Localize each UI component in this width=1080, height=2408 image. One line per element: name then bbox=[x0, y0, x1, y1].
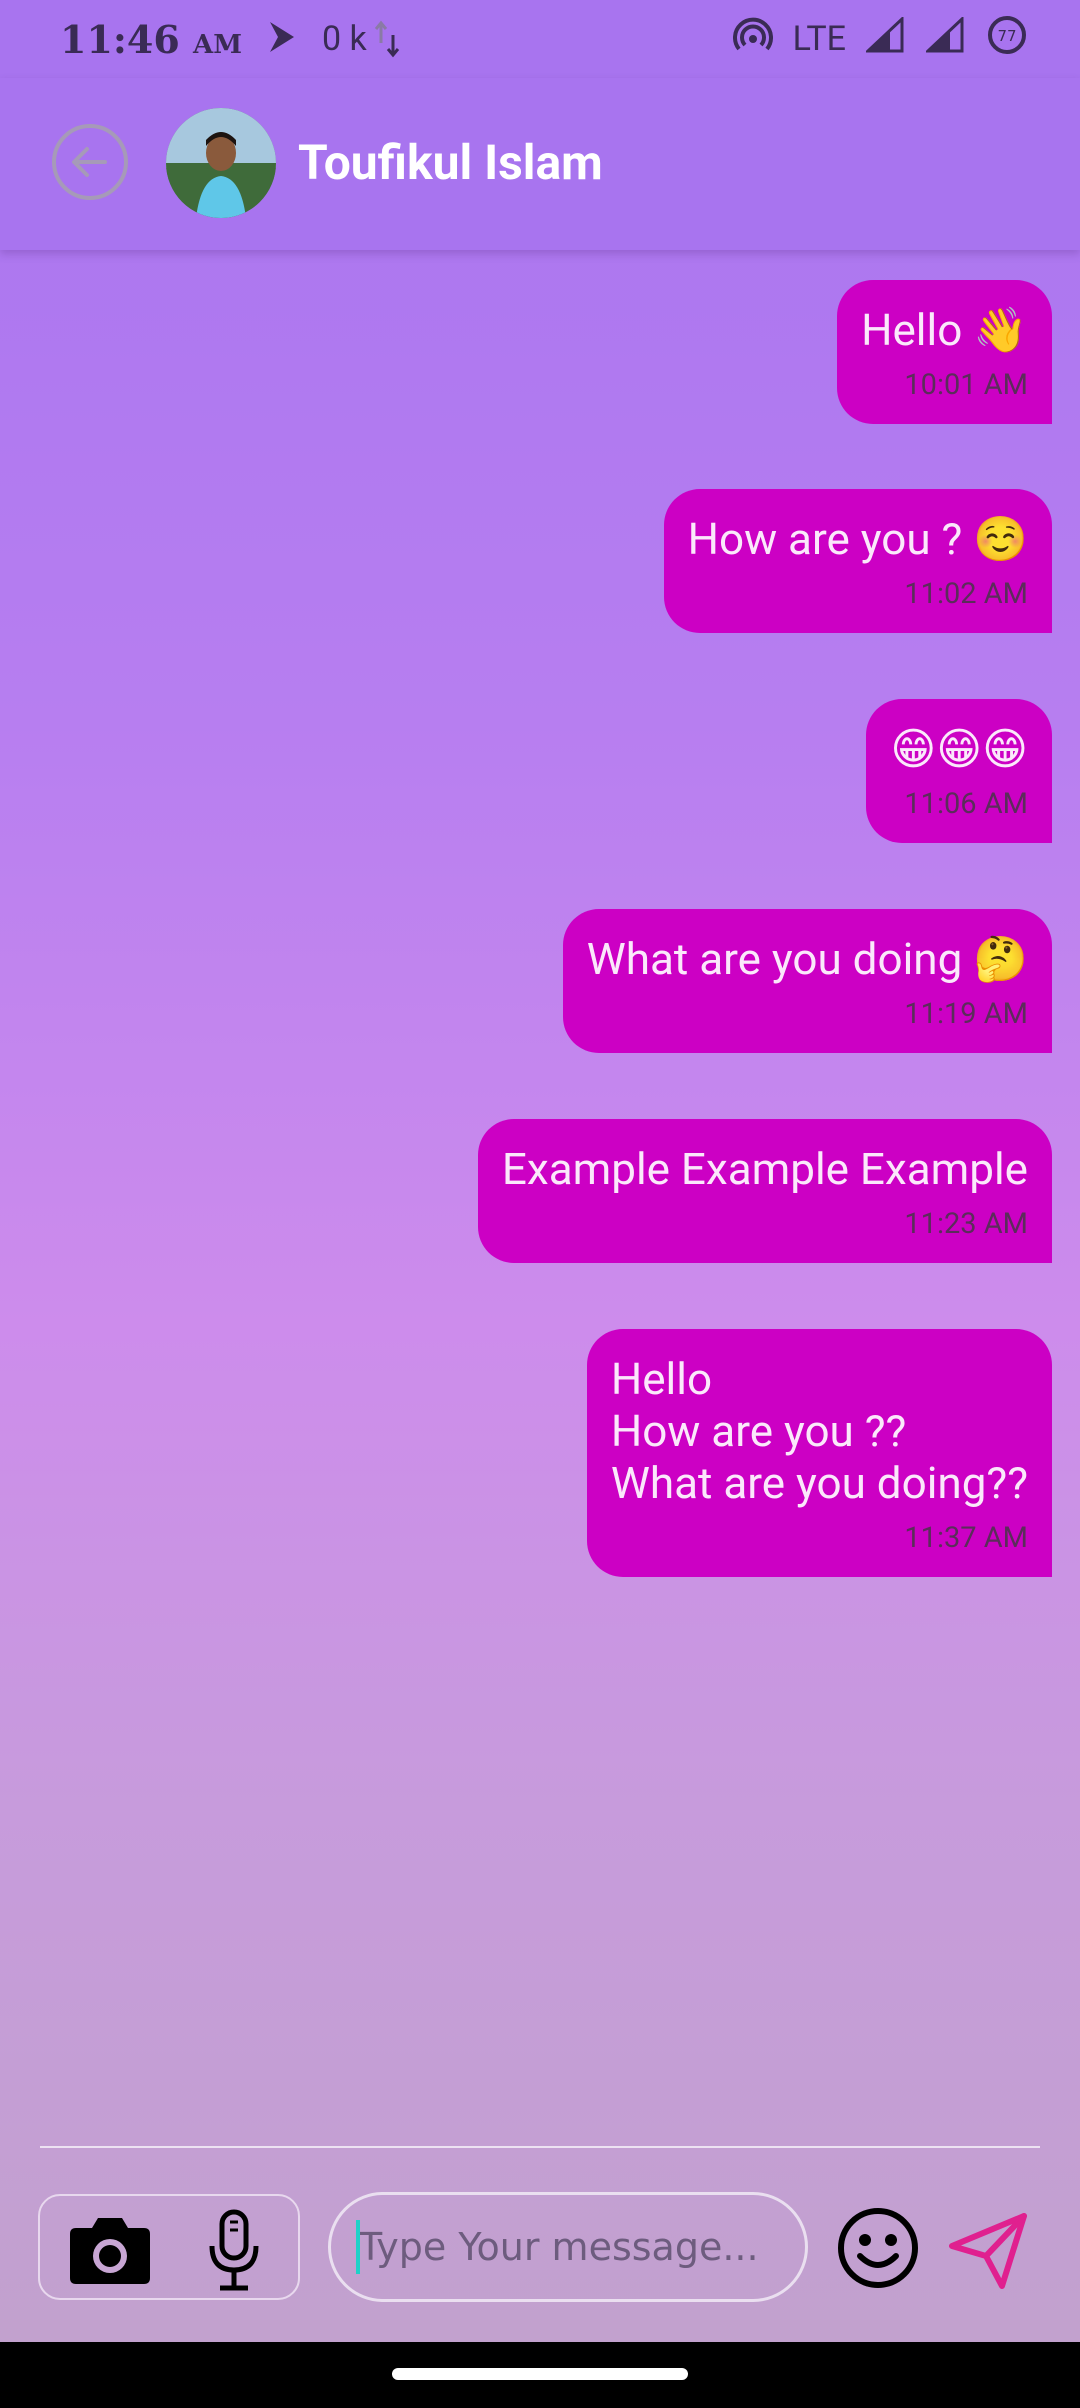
message-time: 11:19 AM bbox=[904, 997, 1028, 1031]
status-left: 11:46 AM 0 k bbox=[60, 17, 401, 62]
status-time-value: 11:46 bbox=[60, 16, 180, 62]
camera-button[interactable] bbox=[68, 2212, 152, 2286]
message-time: 11:06 AM bbox=[904, 787, 1028, 821]
battery-icon: 77 bbox=[986, 14, 1028, 65]
signal-icon bbox=[864, 15, 906, 62]
svg-text:77: 77 bbox=[997, 27, 1016, 45]
message-bubble[interactable]: How are you ? ☺️ 11:02 AM bbox=[663, 489, 1052, 633]
message-time: 11:37 AM bbox=[904, 1521, 1028, 1555]
status-right: LTE 77 bbox=[732, 14, 1028, 65]
status-time: 11:46 AM bbox=[60, 17, 242, 62]
status-ampm: AM bbox=[193, 29, 242, 60]
message-text: How are you ? ☺️ bbox=[687, 513, 1028, 565]
microphone-icon bbox=[209, 2209, 259, 2291]
arrow-left-icon bbox=[72, 147, 107, 177]
message-bubble[interactable]: Example Example Example 11:23 AM bbox=[477, 1119, 1052, 1263]
text-cursor bbox=[356, 2220, 360, 2274]
avatar-photo bbox=[166, 108, 276, 218]
smiley-icon bbox=[838, 2208, 918, 2288]
back-button[interactable] bbox=[52, 124, 128, 200]
message-input[interactable] bbox=[328, 2192, 808, 2302]
data-transfer-icon bbox=[374, 20, 399, 58]
send-icon bbox=[949, 2213, 1027, 2289]
system-nav-bar bbox=[0, 2342, 1080, 2408]
message-text: Hello 👋 bbox=[861, 304, 1028, 356]
net-speed-value: 0 k bbox=[321, 19, 367, 59]
message-bubble[interactable]: Hello 👋 10:01 AM bbox=[837, 280, 1052, 424]
network-type: LTE bbox=[792, 19, 846, 59]
emoji-button[interactable] bbox=[836, 2206, 920, 2290]
hotspot-icon bbox=[732, 15, 773, 64]
mic-button[interactable] bbox=[204, 2208, 264, 2292]
home-handle[interactable] bbox=[392, 2368, 688, 2380]
message-text: What are you doing 🤔 bbox=[586, 933, 1028, 985]
play-store-icon bbox=[268, 20, 296, 58]
message-bubble[interactable]: What are you doing 🤔 11:19 AM bbox=[562, 909, 1052, 1053]
message-bubble[interactable]: Hello How are you ?? What are you doing?… bbox=[586, 1329, 1052, 1577]
message-time: 11:23 AM bbox=[904, 1207, 1028, 1241]
chat-header: Toufikul Islam bbox=[0, 78, 1080, 250]
contact-avatar[interactable] bbox=[166, 108, 276, 218]
media-actions bbox=[38, 2194, 300, 2300]
camera-icon bbox=[70, 2218, 150, 2284]
status-bar: 11:46 AM 0 k LTE 77 bbox=[0, 0, 1080, 78]
message-time: 10:01 AM bbox=[904, 368, 1028, 402]
message-text: Hello How are you ?? What are you doing?… bbox=[610, 1353, 1028, 1509]
send-button[interactable] bbox=[948, 2210, 1030, 2292]
message-text: Example Example Example bbox=[501, 1143, 1028, 1195]
signal-icon-2 bbox=[924, 15, 966, 62]
message-bubble[interactable]: 😁😁😁 11:06 AM bbox=[866, 699, 1052, 843]
contact-name[interactable]: Toufikul Islam bbox=[298, 134, 603, 191]
message-text: 😁😁😁 bbox=[890, 723, 1028, 775]
message-time: 11:02 AM bbox=[904, 577, 1028, 611]
net-speed: 0 k bbox=[322, 19, 401, 59]
composer-divider bbox=[40, 2146, 1040, 2148]
